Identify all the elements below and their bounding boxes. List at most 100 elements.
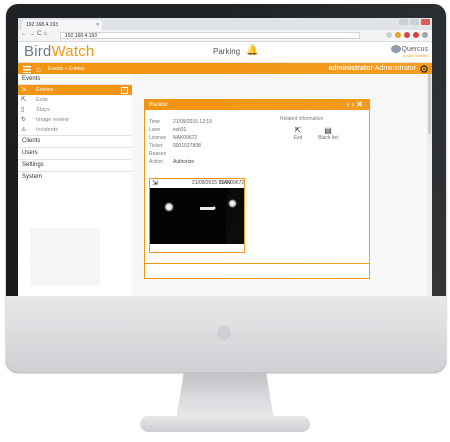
back-icon[interactable]: ←	[21, 31, 29, 37]
sidebar-item-label: Exits	[36, 97, 48, 103]
extension-icon[interactable]	[413, 32, 419, 38]
scrollbar-thumb[interactable]	[428, 74, 431, 134]
dialog-title: Blacklist	[149, 102, 168, 108]
detail-label: License	[149, 135, 167, 141]
detail-value: 21/09/2015 12:19	[173, 119, 212, 125]
detail-row-license: License NAK09672	[149, 134, 212, 142]
brand-name: Quercus	[401, 45, 428, 53]
sidebar-item-incidents[interactable]: ⚠ Incidents	[18, 125, 132, 135]
app-header: BirdWatch Parking 🔔 Quercus smart mobili…	[18, 42, 432, 63]
sidebar-item-exits[interactable]: ⇱ Exits	[18, 95, 132, 105]
url-input[interactable]: 192.168.4.193	[60, 32, 360, 39]
detail-label: Lane	[149, 127, 161, 133]
sidebar-item-image-review[interactable]: ↻ Image review	[18, 115, 132, 125]
sidebar-section-system[interactable]: System	[18, 171, 132, 183]
browser-address-bar: ←→C⌂ 192.168.4.193	[18, 30, 432, 42]
detail-label: Time	[149, 119, 160, 125]
scrollbar[interactable]	[427, 74, 432, 296]
extension-icon[interactable]	[395, 32, 401, 38]
star-icon[interactable]	[386, 32, 392, 38]
home-icon[interactable]: ⌂	[43, 31, 49, 37]
quercus-logo: Quercus smart mobility	[390, 45, 428, 59]
sidebar-section-settings[interactable]: Settings	[18, 159, 132, 171]
browser-tab-bar: 192.168.4.193 ×	[18, 18, 432, 30]
detail-row-time: Time 21/09/2015 12:19	[149, 118, 212, 126]
dialog-header: Blacklist ‹›✕	[145, 100, 369, 110]
sidebar-item-entries[interactable]: ⇲ Entries ›	[18, 85, 132, 95]
sidebar-item-label: Entries	[36, 87, 54, 93]
browser-nav: ←→C⌂	[21, 31, 49, 37]
event-details: Time 21/09/2015 12:19 Lane exit31 License N…	[149, 118, 212, 166]
sidebar-section-events[interactable]: Events	[18, 74, 132, 85]
headlight	[228, 199, 237, 208]
camera-image[interactable]	[150, 188, 244, 244]
expand-icon[interactable]: ›	[121, 87, 128, 94]
related-information-title: Related information	[280, 116, 324, 122]
entry-icon: ⇲	[152, 180, 158, 187]
sidebar-panel	[30, 228, 100, 286]
bell-icon[interactable]: 🔔	[246, 45, 258, 56]
detail-value: Authorize	[173, 159, 195, 165]
monitor-logo	[217, 326, 231, 340]
sidebar: Events ⇲ Entries › ⇱ Exits ▯ Stays ↻ Ima…	[18, 74, 132, 296]
detail-value: NAK09672	[173, 135, 198, 141]
brand-tagline: smart mobility	[403, 53, 428, 58]
user-login: administrator	[328, 65, 374, 72]
capture-plate: NAK09672	[220, 180, 245, 186]
page-title: Parking	[213, 47, 241, 56]
monitor-stand-foot	[140, 416, 310, 432]
sidebar-item-label: Image review	[36, 117, 69, 123]
sidebar-section-clients[interactable]: Clients	[18, 135, 132, 147]
menu-icon[interactable]	[422, 32, 428, 38]
dialog-footer-line	[145, 263, 369, 264]
headlight	[164, 202, 174, 212]
browser-tab[interactable]: 192.168.4.193 ×	[22, 20, 102, 30]
user-menu[interactable]: administrator Administrator	[328, 65, 416, 72]
menu-icon[interactable]	[23, 66, 31, 73]
light	[212, 206, 216, 210]
home-icon[interactable]: ⌂	[36, 65, 41, 74]
main-content: Blacklist ‹›✕ Time 21/09/2015 12:19 Lane e…	[132, 74, 432, 296]
detail-row-ticket: Ticket 0001027808	[149, 142, 212, 150]
related-black-list[interactable]: ▤ Black list	[316, 126, 340, 141]
browser-tab-title: 192.168.4.193	[26, 22, 58, 28]
browser-extensions	[386, 32, 428, 38]
stays-icon: ▯	[21, 107, 25, 113]
detail-value: exit31	[173, 127, 187, 133]
detail-row-lane: Lane exit31	[149, 126, 212, 134]
related-exit[interactable]: ⇱ Exit	[286, 126, 310, 141]
logo-accent-text: Watch	[51, 43, 95, 60]
detail-value: 0001027808	[173, 143, 201, 149]
forward-icon[interactable]: →	[29, 31, 37, 37]
blacklist-dialog: Blacklist ‹›✕ Time 21/09/2015 12:19 Lane e…	[144, 99, 370, 279]
logo-text: Bird	[24, 43, 52, 60]
close-window-button[interactable]	[421, 19, 430, 25]
maximize-button[interactable]	[410, 19, 419, 25]
detail-label: Ticket	[149, 143, 163, 149]
birdwatch-logo: BirdWatch	[24, 43, 94, 60]
close-tab-icon[interactable]: ×	[96, 20, 99, 30]
screen: 192.168.4.193 × ←→C⌂ 192.168.4.193 BirdW…	[18, 18, 432, 296]
exit-icon: ⇱	[294, 126, 302, 135]
user-role: Administrator	[374, 65, 416, 72]
black-list-icon: ▤	[324, 126, 332, 135]
capture-card: ⇲ 21/09/2015 12:19 NAK09672	[149, 178, 245, 253]
detail-label: Action	[149, 159, 163, 165]
sidebar-item-label: Incidents	[36, 127, 59, 133]
minimize-button[interactable]	[399, 19, 408, 25]
breadcrumb[interactable]: Events > Entries	[48, 66, 85, 72]
monitor: 192.168.4.193 × ←→C⌂ 192.168.4.193 BirdW…	[0, 0, 450, 442]
window-controls	[399, 19, 430, 25]
capture-header: ⇲ 21/09/2015 12:19 NAK09672	[150, 179, 244, 188]
entries-icon: ⇲	[21, 87, 27, 93]
exits-icon: ⇱	[21, 97, 27, 103]
related-label: Black list	[318, 135, 338, 141]
dialog-controls: ‹›✕	[347, 100, 365, 109]
extension-icon[interactable]	[404, 32, 410, 38]
close-icon[interactable]: ✕	[356, 100, 365, 109]
sidebar-item-stays[interactable]: ▯ Stays	[18, 105, 132, 115]
sidebar-section-users[interactable]: Users	[18, 147, 132, 159]
related-label: Exit	[293, 135, 303, 141]
image-review-icon: ↻	[21, 117, 27, 123]
detail-row-action: Action Authorize	[149, 158, 212, 166]
